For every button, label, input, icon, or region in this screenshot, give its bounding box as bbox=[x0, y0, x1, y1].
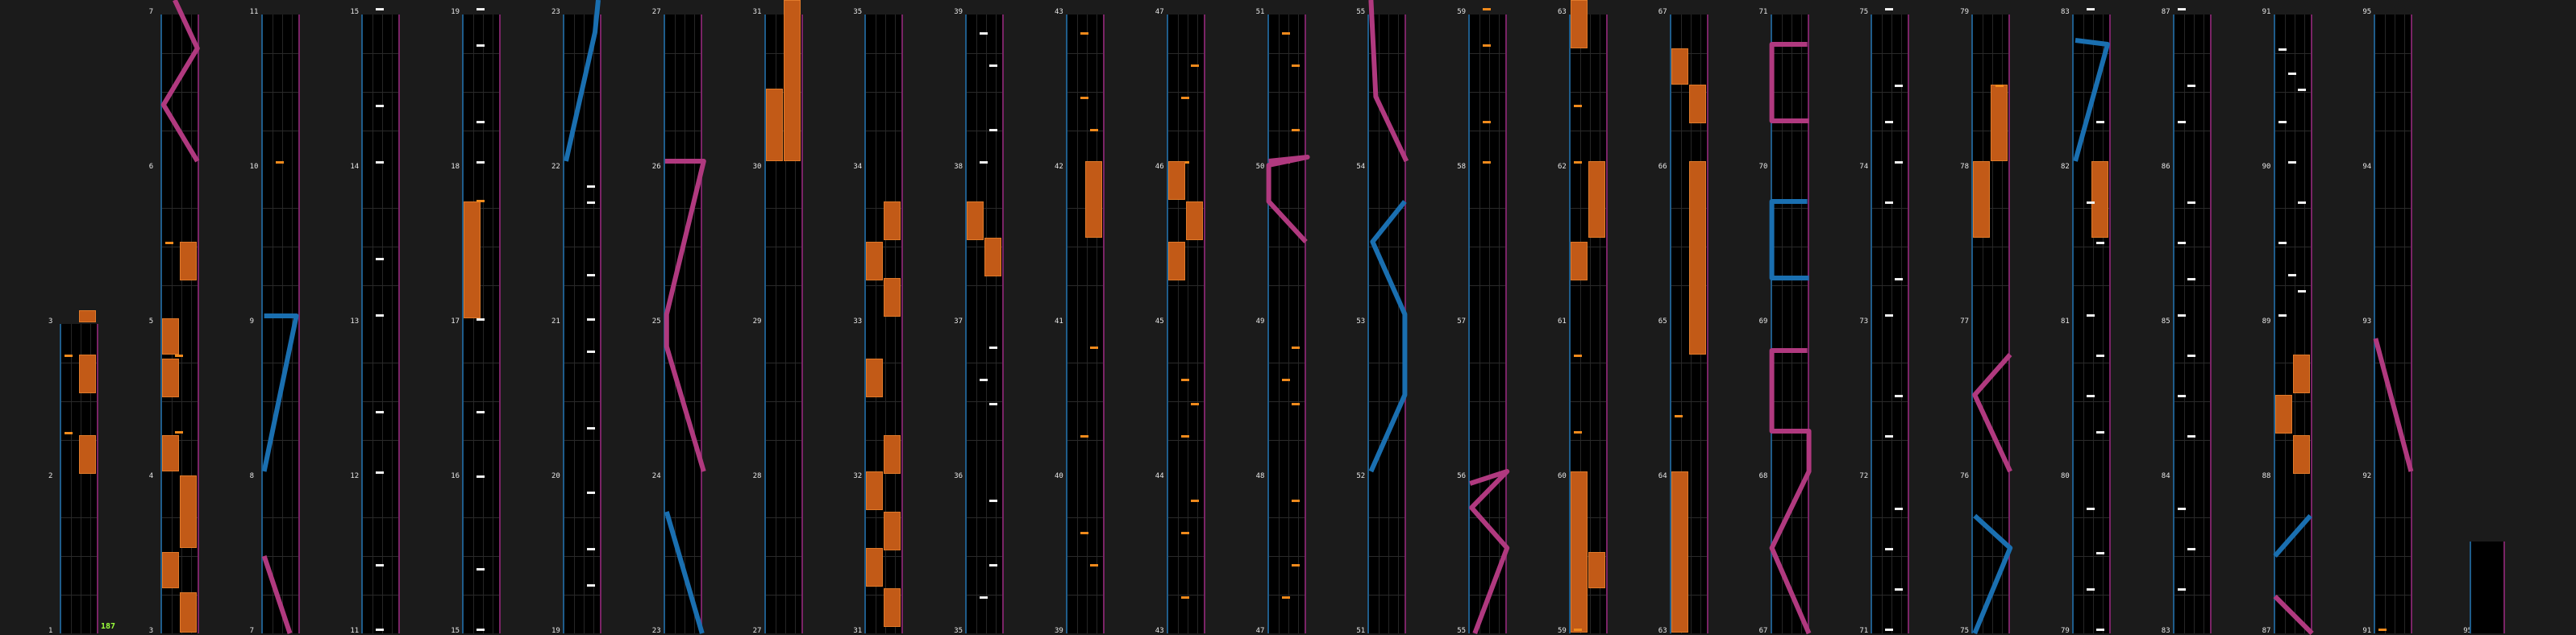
tap-note[interactable] bbox=[2378, 629, 2387, 631]
chart-editor-canvas[interactable]: 1 2 3 3 4 5 6 7 7 8 9 10 11 11 12 13 14 15 15 16 17 18 19 19 20 2… bbox=[0, 0, 2576, 635]
combo-counter: 187 bbox=[101, 622, 116, 631]
slide-path[interactable] bbox=[0, 0, 2576, 633]
